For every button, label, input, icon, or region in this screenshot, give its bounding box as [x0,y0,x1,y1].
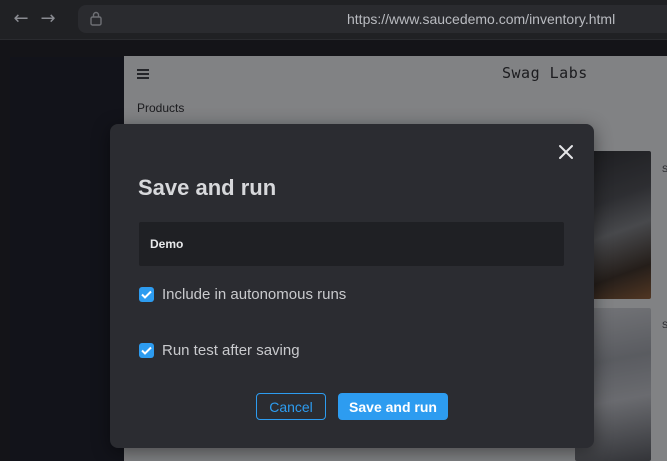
save-and-run-dialog: Save and run Include in autonomous runs … [110,124,594,448]
run-after-saving-checkbox[interactable]: Run test after saving [139,340,300,360]
checkbox-label: Run test after saving [162,341,300,359]
url-text: https://www.saucedemo.com/inventory.html [347,11,616,27]
address-bar[interactable]: https://www.saucedemo.com/inventory.html [78,5,667,33]
arrow-right-icon[interactable]: → [37,9,59,29]
checkbox-label: Include in autonomous runs [162,285,347,303]
checkbox-checked-icon[interactable] [139,286,154,302]
test-name-input[interactable] [139,222,564,266]
dialog-title: Save and run [138,175,277,200]
cancel-button[interactable]: Cancel [256,393,326,420]
save-and-run-button[interactable]: Save and run [338,393,448,420]
include-autonomous-checkbox[interactable]: Include in autonomous runs [139,284,346,304]
close-icon[interactable] [556,142,576,162]
browser-toolbar: ← → https://www.saucedemo.com/inventory.… [0,0,667,40]
lock-icon [90,11,102,26]
arrow-left-icon[interactable]: ← [10,9,32,29]
checkbox-checked-icon[interactable] [139,342,154,358]
